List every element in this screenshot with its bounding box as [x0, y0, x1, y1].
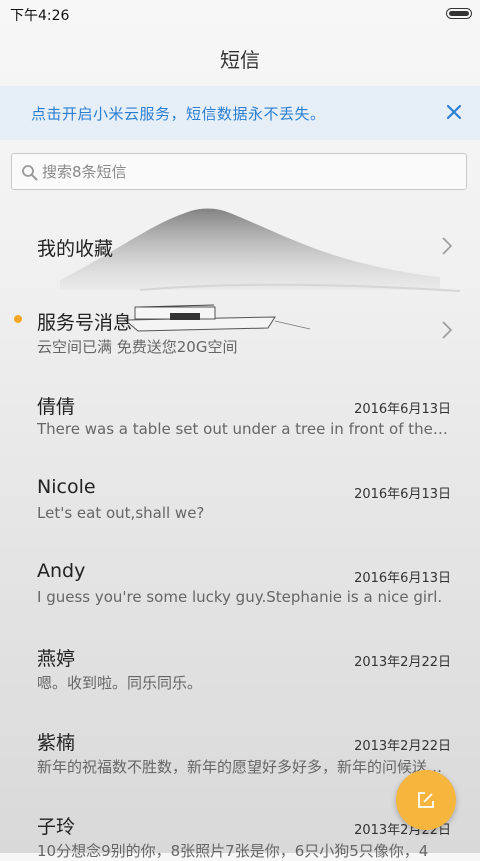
message-preview: I guess you're some lucky guy.Stephanie … — [37, 588, 443, 606]
page-title: 短信 — [220, 48, 260, 72]
message-preview: There was a table set out under a tree i… — [37, 420, 452, 438]
contact-name: Nicole — [37, 476, 96, 498]
message-preview: Let's eat out,shall we? — [37, 504, 205, 522]
status-bar: 下午4:26 — [0, 0, 480, 28]
banner-text: 点击开启小米云服务，短信数据永不丢失。 — [31, 105, 326, 123]
service-messages-row[interactable]: 服务号消息 云空间已满 免费送您20G空间 — [0, 300, 480, 362]
search-icon — [22, 165, 38, 181]
chevron-right-icon — [442, 237, 453, 255]
compose-button[interactable] — [396, 770, 456, 830]
compose-icon — [418, 792, 434, 808]
favorites-label: 我的收藏 — [37, 238, 114, 260]
contact-name: Andy — [37, 560, 86, 582]
message-preview: 10分想念9别的你，8张照片7张是你，6只小狗5只像你，4 — [37, 842, 429, 860]
conversation-row[interactable]: Nicole 2016年6月13日 Let's eat out,shall we… — [0, 475, 480, 535]
conversation-row[interactable]: Andy 2016年6月13日 I guess you're some luck… — [0, 559, 480, 619]
search-input[interactable] — [42, 160, 452, 184]
message-date: 2016年6月13日 — [354, 571, 451, 586]
message-date: 2016年6月13日 — [354, 487, 451, 502]
contact-name: 紫楠 — [37, 732, 76, 754]
cloud-service-banner[interactable]: 点击开启小米云服务，短信数据永不丢失。 — [0, 86, 480, 140]
contact-name: 子玲 — [37, 816, 76, 838]
chevron-right-icon — [442, 321, 453, 339]
message-preview: 嗯。收到啦。同乐同乐。 — [37, 674, 203, 692]
search-box[interactable] — [11, 153, 467, 190]
message-preview: 新年的祝福数不胜数，新年的愿望好多好多，新年的问候送给你 — [37, 758, 452, 776]
battery-icon — [446, 8, 472, 19]
conversation-row[interactable]: 倩倩 2016年6月13日 There was a table set out … — [0, 390, 480, 450]
favorites-row[interactable]: 我的收藏 — [0, 222, 480, 272]
message-date: 2013年2月22日 — [354, 655, 451, 670]
message-date: 2013年2月22日 — [354, 739, 451, 754]
service-preview: 云空间已满 免费送您20G空间 — [37, 338, 238, 356]
close-icon[interactable] — [442, 100, 466, 124]
message-date: 2016年6月13日 — [354, 402, 451, 417]
contact-name: 倩倩 — [37, 396, 76, 418]
service-title: 服务号消息 — [37, 312, 133, 334]
contact-name: 燕婷 — [37, 648, 76, 670]
unread-dot — [14, 315, 22, 323]
conversation-row[interactable]: 燕婷 2013年2月22日 嗯。收到啦。同乐同乐。 — [0, 643, 480, 703]
status-time: 下午4:26 — [10, 8, 70, 24]
